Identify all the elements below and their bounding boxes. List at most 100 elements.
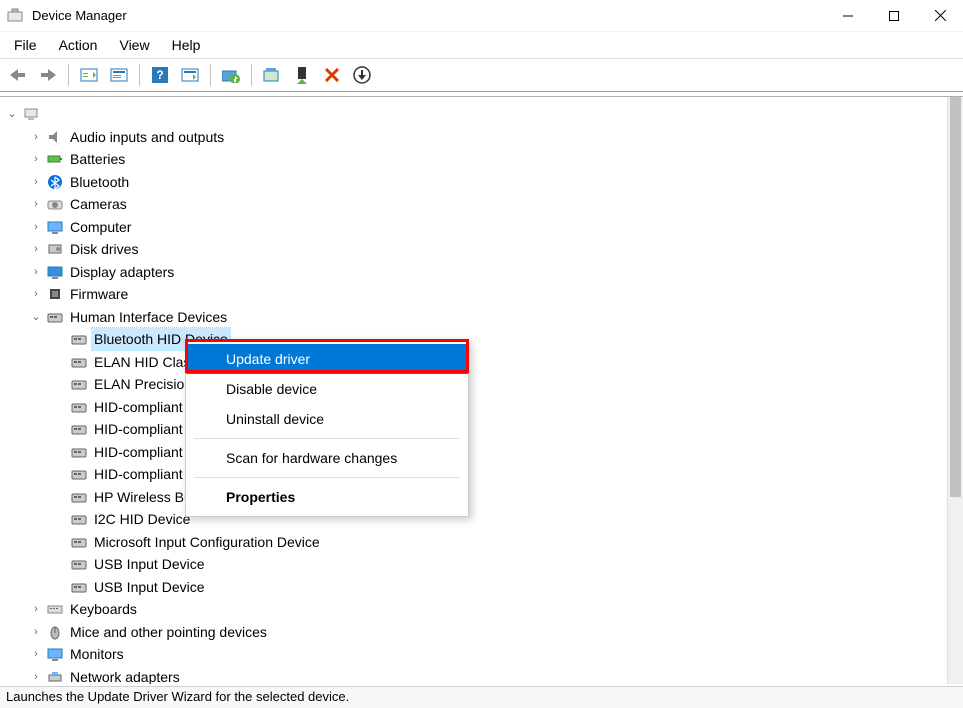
scan-hardware-button[interactable] — [348, 62, 376, 88]
help-button[interactable]: ? — [146, 62, 174, 88]
expand-icon[interactable]: › — [28, 148, 44, 170]
disable-button[interactable] — [288, 62, 316, 88]
collapse-icon[interactable]: ⌄ — [28, 306, 44, 328]
keyboard-icon — [46, 600, 64, 618]
tree-item-label: Human Interface Devices — [68, 306, 229, 328]
expand-icon[interactable]: › — [28, 238, 44, 260]
menu-action[interactable]: Action — [49, 34, 108, 56]
tree-item[interactable]: › Microsoft Input Configuration Device — [4, 531, 947, 554]
tree-item-label: Display adapters — [68, 261, 176, 283]
tree-item[interactable]: › ELAN HID Class Filter Driver — [4, 351, 947, 374]
menu-help[interactable]: Help — [162, 34, 211, 56]
properties-button[interactable] — [105, 62, 133, 88]
tree-pane: ⌄ › Audio inputs and outputs › Batteries… — [0, 96, 963, 684]
expand-icon[interactable]: › — [28, 666, 44, 684]
tree-item[interactable]: › Cameras — [4, 193, 947, 216]
tree-item-label: Audio inputs and outputs — [68, 126, 226, 148]
tree-item-label: USB Input Device — [92, 576, 207, 598]
menu-view[interactable]: View — [109, 34, 159, 56]
expand-icon[interactable]: › — [28, 283, 44, 305]
audio-icon — [46, 128, 64, 146]
expand-icon[interactable]: › — [28, 193, 44, 215]
uninstall-button[interactable] — [318, 62, 346, 88]
hid-icon — [46, 308, 64, 326]
tree-item[interactable]: › HID-compliant consumer control device — [4, 418, 947, 441]
tree-item[interactable]: › Computer — [4, 216, 947, 239]
tree-item[interactable]: › I2C HID Device — [4, 508, 947, 531]
update-driver-button[interactable] — [217, 62, 245, 88]
vertical-scrollbar[interactable] — [947, 97, 963, 684]
tree-item[interactable]: › Batteries — [4, 148, 947, 171]
expand-icon[interactable]: › — [28, 643, 44, 665]
expand-icon[interactable]: › — [28, 598, 44, 620]
expand-icon[interactable]: › — [28, 621, 44, 643]
scan-button[interactable] — [258, 62, 286, 88]
tree-item[interactable]: › Monitors — [4, 643, 947, 666]
expand-icon[interactable]: › — [28, 261, 44, 283]
tree-item[interactable]: › Network adapters — [4, 666, 947, 685]
tree-item[interactable]: › Mice and other pointing devices — [4, 621, 947, 644]
tree-item[interactable]: › Keyboards — [4, 598, 947, 621]
close-button[interactable] — [917, 0, 963, 32]
expand-icon[interactable]: › — [28, 171, 44, 193]
computer-icon — [22, 105, 40, 123]
menu-item-update-driver[interactable]: Update driver — [186, 344, 468, 374]
tree-item-hid[interactable]: ⌄ Human Interface Devices — [4, 306, 947, 329]
menu-item-disable-device[interactable]: Disable device — [186, 374, 468, 404]
toolbar: ? — [0, 58, 963, 92]
toolbar-separator — [210, 64, 211, 86]
maximize-button[interactable] — [871, 0, 917, 32]
show-hidden-button[interactable] — [75, 62, 103, 88]
computer-icon — [46, 218, 64, 236]
tree-item[interactable]: › HP Wireless Button Driver — [4, 486, 947, 509]
hid-icon — [70, 578, 88, 596]
menu-item-properties[interactable]: Properties — [186, 482, 468, 512]
expand-icon[interactable]: › — [28, 126, 44, 148]
network-icon — [46, 668, 64, 684]
forward-button[interactable] — [34, 62, 62, 88]
context-menu: Update driver Disable device Uninstall d… — [185, 339, 469, 517]
minimize-button[interactable] — [825, 0, 871, 32]
camera-icon — [46, 195, 64, 213]
tree-item[interactable]: › HID-compliant consumer control device — [4, 396, 947, 419]
scrollbar-thumb[interactable] — [950, 97, 961, 497]
tree-item[interactable]: › Display adapters — [4, 261, 947, 284]
hid-icon — [70, 443, 88, 461]
hid-icon — [70, 353, 88, 371]
hid-icon — [70, 533, 88, 551]
mouse-icon — [46, 623, 64, 641]
back-button[interactable] — [4, 62, 32, 88]
tree-item[interactable]: › USB Input Device — [4, 576, 947, 599]
tree-item-label: Computer — [68, 216, 133, 238]
menu-separator — [194, 438, 460, 439]
tree-item[interactable]: › HID-compliant consumer control device — [4, 441, 947, 464]
hid-icon — [70, 398, 88, 416]
collapse-icon[interactable]: ⌄ — [4, 103, 20, 125]
tree-item[interactable]: › Bluetooth — [4, 171, 947, 194]
tree-item-label: Monitors — [68, 643, 126, 665]
window-title: Device Manager — [32, 8, 127, 23]
toolbar-separator — [68, 64, 69, 86]
statusbar: Launches the Update Driver Wizard for th… — [0, 686, 963, 708]
tree-item[interactable]: › Audio inputs and outputs — [4, 126, 947, 149]
bluetooth-icon — [46, 173, 64, 191]
display-icon — [46, 263, 64, 281]
tree-item[interactable]: › Disk drives — [4, 238, 947, 261]
hid-icon — [70, 465, 88, 483]
menu-file[interactable]: File — [4, 34, 47, 56]
tree-item-label: Disk drives — [68, 238, 140, 260]
tree-root[interactable]: ⌄ — [4, 103, 947, 126]
expand-icon[interactable]: › — [28, 216, 44, 238]
tree-item[interactable]: › Bluetooth HID Device — [4, 328, 947, 351]
tree-item[interactable]: › ELAN Precision Touchpad Filter Driver — [4, 373, 947, 396]
monitor-icon — [46, 645, 64, 663]
menu-item-scan[interactable]: Scan for hardware changes — [186, 443, 468, 473]
tree-item[interactable]: › USB Input Device — [4, 553, 947, 576]
device-tree[interactable]: ⌄ › Audio inputs and outputs › Batteries… — [0, 97, 947, 684]
refresh-button[interactable] — [176, 62, 204, 88]
hid-icon — [70, 510, 88, 528]
tree-item-label: Microsoft Input Configuration Device — [92, 531, 322, 553]
tree-item[interactable]: › Firmware — [4, 283, 947, 306]
menu-item-uninstall-device[interactable]: Uninstall device — [186, 404, 468, 434]
tree-item[interactable]: › HID-compliant consumer control device — [4, 463, 947, 486]
